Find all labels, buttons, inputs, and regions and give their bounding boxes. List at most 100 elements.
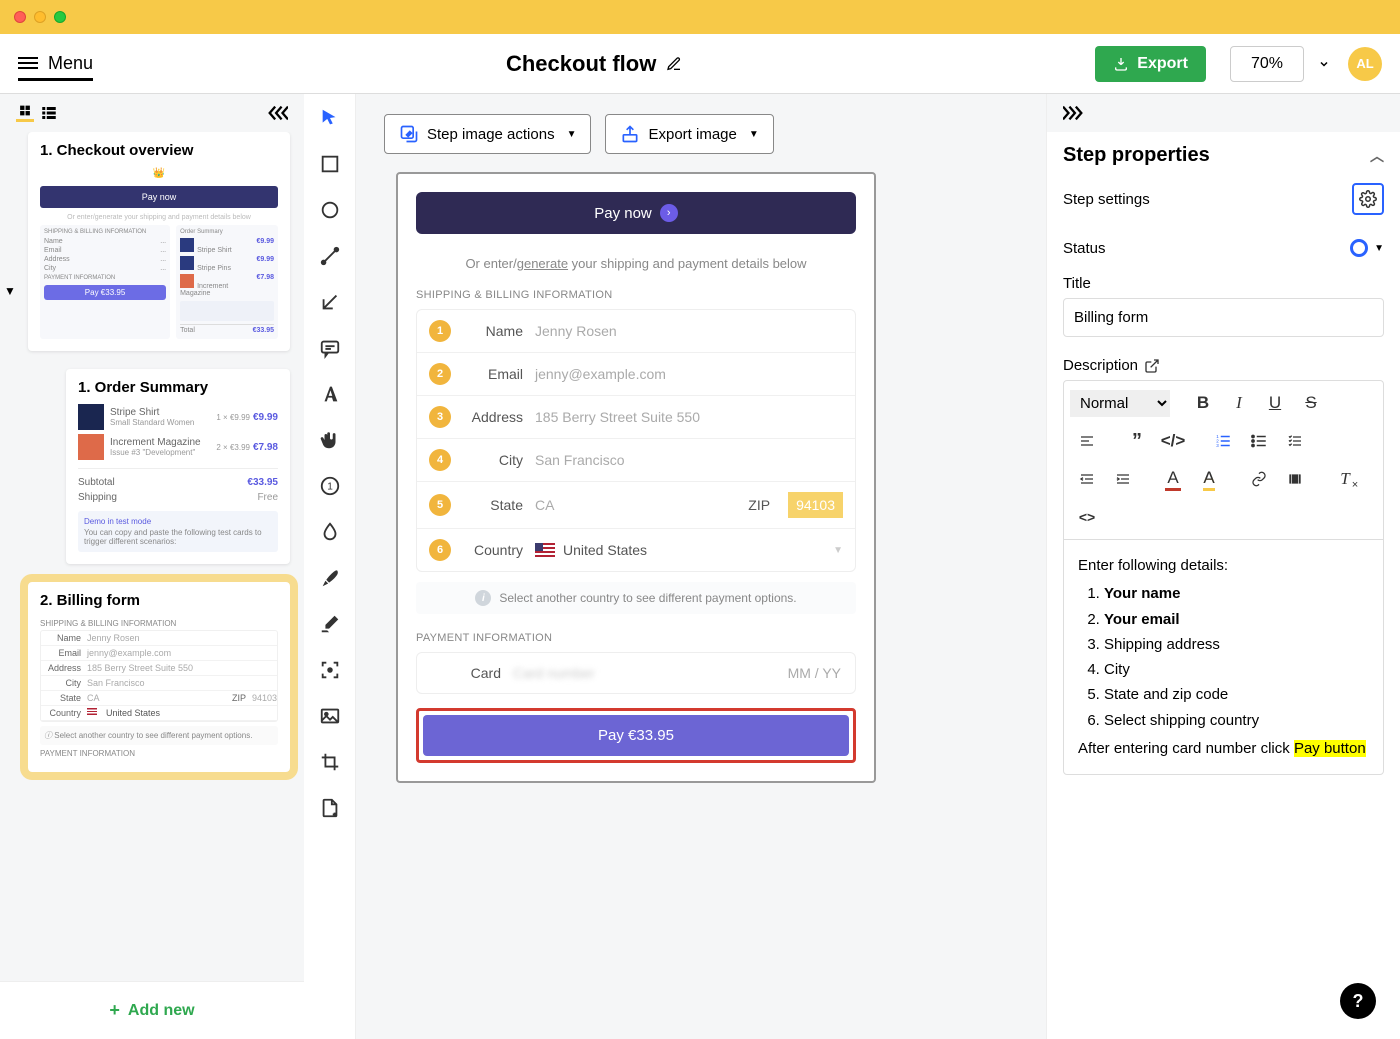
rte-highlight-button[interactable]: A	[1192, 465, 1226, 493]
minimize-window-button[interactable]	[34, 11, 46, 23]
comment-tool[interactable]	[316, 334, 344, 362]
add-page-tool[interactable]	[316, 794, 344, 822]
section-heading: PAYMENT INFORMATION	[416, 632, 856, 644]
form-row-country: 6CountryUnited States▼	[417, 529, 855, 571]
pay-button-highlight: Pay €33.95	[416, 708, 856, 763]
form-row-address: 3Address185 Berry Street Suite 550	[417, 396, 855, 439]
card-expiry: MM / YY	[788, 665, 841, 681]
scenario-card-hotspot[interactable]	[28, 132, 290, 351]
external-link-icon[interactable]	[1144, 358, 1160, 374]
field-value: CA	[535, 497, 736, 513]
title-input[interactable]	[1063, 298, 1384, 337]
rte-toolbar: Normal B I U S ” </> 123	[1064, 381, 1383, 540]
rte-ordered-list-button[interactable]: 123	[1206, 427, 1240, 455]
step-settings-button[interactable]	[1352, 183, 1384, 215]
rte-strike-button[interactable]: S	[1294, 389, 1328, 417]
rectangle-tool[interactable]	[316, 150, 344, 178]
zip-value-highlighted: 94103	[788, 492, 843, 518]
document-title-wrap: Checkout flow	[93, 51, 1095, 77]
line-tool[interactable]	[316, 242, 344, 270]
description-label: Description	[1063, 357, 1138, 374]
rte-indent-button[interactable]	[1106, 465, 1140, 493]
rte-html-button[interactable]: <>	[1070, 503, 1104, 531]
rte-clear-format-button[interactable]: T×	[1328, 465, 1362, 493]
user-avatar[interactable]: AL	[1348, 47, 1382, 81]
rte-italic-button[interactable]: I	[1222, 389, 1256, 417]
field-value: 185 Berry Street Suite 550	[535, 409, 843, 425]
form-row-state: 5StateCAZIP94103	[417, 482, 855, 529]
field-label: Address	[463, 409, 523, 425]
arrow-tool[interactable]	[316, 288, 344, 316]
crop-tool[interactable]	[316, 748, 344, 776]
chevron-down-icon: ▼	[567, 129, 577, 140]
scenario-card-checkout-overview: 1. Checkout overview 👑 Pay now Or enter/…	[28, 132, 290, 351]
form-row-email: 2Emailjenny@example.com	[417, 353, 855, 396]
brush-tool[interactable]	[316, 564, 344, 592]
rte-underline-button[interactable]: U	[1258, 389, 1292, 417]
list-item: State and zip code	[1104, 682, 1369, 707]
pointer-tool[interactable]	[316, 104, 344, 132]
help-button[interactable]: ?	[1340, 983, 1376, 1019]
status-dropdown[interactable]: ▼	[1350, 239, 1384, 257]
zoom-input[interactable]: 70%	[1230, 46, 1304, 82]
focus-tool[interactable]	[316, 656, 344, 684]
collapse-panel-icon[interactable]	[1063, 104, 1085, 122]
text-tool[interactable]	[316, 380, 344, 408]
step-image-frame[interactable]: Pay now › Or enter/generate your shippin…	[396, 172, 876, 783]
close-window-button[interactable]	[14, 11, 26, 23]
desc-intro: Enter following details:	[1078, 554, 1369, 577]
rte-style-select[interactable]: Normal	[1070, 390, 1170, 417]
shipping-form: 1NameJenny Rosen 2Emailjenny@example.com…	[416, 309, 856, 572]
grid-view-icon[interactable]	[16, 104, 34, 122]
highlighter-tool[interactable]	[316, 610, 344, 638]
export-icon	[620, 124, 640, 144]
pay-button: Pay €33.95	[423, 715, 849, 756]
step-image-actions-dropdown[interactable]: Step image actions ▼	[384, 114, 591, 154]
scenario-card-hotspot[interactable]	[28, 582, 290, 772]
rte-outdent-button[interactable]	[1070, 465, 1104, 493]
numbered-marker-tool[interactable]: 1	[316, 472, 344, 500]
rte-text-color-button[interactable]: A	[1156, 465, 1190, 493]
download-icon	[1113, 56, 1129, 72]
field-label: City	[463, 452, 523, 468]
card-number-blurred: Card number	[513, 665, 788, 681]
add-new-label: Add new	[128, 1002, 195, 1020]
scenario-card-hotspot[interactable]	[66, 369, 290, 564]
desc-after: After entering card number click Pay but…	[1078, 737, 1369, 760]
image-tool[interactable]	[316, 702, 344, 730]
field-label: Country	[463, 542, 523, 558]
ellipse-tool[interactable]	[316, 196, 344, 224]
sidebar: ▼ 1. Checkout overview 👑 Pay now Or ente…	[0, 94, 304, 1039]
rte-code-button[interactable]: </>	[1156, 427, 1190, 455]
rte-quote-button[interactable]: ”	[1120, 427, 1154, 455]
card-label: Card	[431, 665, 501, 681]
tree-expand-marker[interactable]: ▼	[4, 284, 16, 298]
rte-align-button[interactable]	[1070, 427, 1104, 455]
canvas[interactable]: Step image actions ▼ Export image ▼ Pay …	[356, 94, 1046, 1039]
collapse-sidebar-icon[interactable]	[266, 104, 288, 122]
rte-unordered-list-button[interactable]	[1242, 427, 1276, 455]
export-button[interactable]: Export	[1095, 46, 1206, 82]
rte-video-button[interactable]	[1278, 465, 1312, 493]
export-image-dropdown[interactable]: Export image ▼	[605, 114, 773, 154]
field-label: Name	[463, 323, 523, 339]
rte-link-button[interactable]	[1242, 465, 1276, 493]
add-new-button[interactable]: + Add new	[0, 981, 304, 1039]
main-menu-button[interactable]: Menu	[18, 47, 93, 81]
hand-tool[interactable]	[316, 426, 344, 454]
maximize-window-button[interactable]	[54, 11, 66, 23]
zoom-chevron-icon[interactable]	[1318, 58, 1330, 70]
rte-content[interactable]: Enter following details: Your name Your …	[1064, 540, 1383, 774]
dropdown-label: Export image	[648, 126, 736, 143]
dropdown-label: Step image actions	[427, 126, 555, 143]
step-properties-header[interactable]: Step properties ︿	[1047, 132, 1400, 179]
number-badge: 5	[429, 494, 451, 516]
form-row-city: 4CitySan Francisco	[417, 439, 855, 482]
chevron-down-icon: ▼	[833, 545, 843, 556]
list-view-icon[interactable]	[40, 104, 58, 122]
edit-title-icon[interactable]	[666, 56, 682, 72]
rte-checklist-button[interactable]	[1278, 427, 1312, 455]
blur-tool[interactable]	[316, 518, 344, 546]
rte-bold-button[interactable]: B	[1186, 389, 1220, 417]
chevron-down-icon: ▼	[749, 129, 759, 140]
